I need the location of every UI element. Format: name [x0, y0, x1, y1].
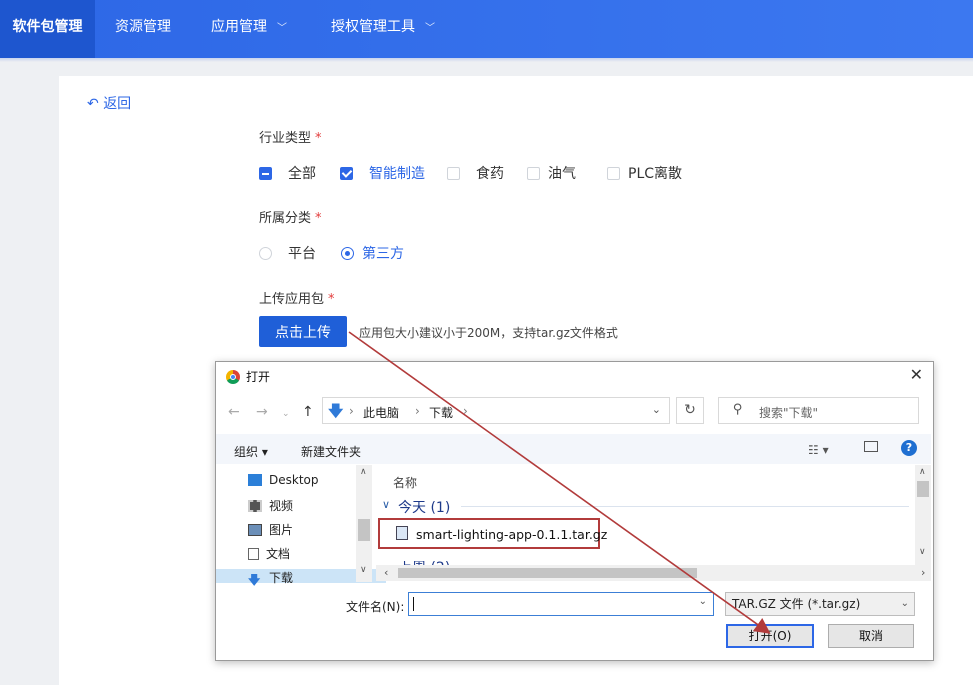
- document-icon: [248, 548, 259, 560]
- chrome-icon: [226, 370, 240, 384]
- organize-button[interactable]: 组织 ▾: [234, 443, 268, 460]
- industry-option-smart-manufacturing[interactable]: 智能制造: [340, 163, 425, 183]
- industry-option-oil-gas[interactable]: 油气: [527, 163, 576, 183]
- selected-file-row[interactable]: smart-lighting-app-0.1.1.tar.gz: [378, 518, 607, 549]
- file-open-dialog: 打开 ✕ ← → ⌄ ↑ 🡇 › 此电脑 › 下载 › ⌄ ↻ ⚲ 搜索"下载"…: [215, 361, 934, 661]
- view-options-icon[interactable]: ☷ ▾: [808, 443, 829, 457]
- chevron-down-icon[interactable]: ⌄: [652, 403, 661, 416]
- separator-icon: ›: [415, 404, 420, 418]
- search-input[interactable]: ⚲ 搜索"下载": [718, 397, 919, 424]
- separator-icon: ›: [463, 404, 468, 418]
- chevron-down-icon[interactable]: ⌄: [699, 596, 707, 607]
- checkbox-checked[interactable]: [340, 167, 353, 180]
- industry-option-plc[interactable]: PLC离散: [607, 163, 682, 183]
- preview-pane-icon[interactable]: [864, 441, 878, 452]
- nav-pane: Desktop 视频 图片 文档 🡇 下载 ∧ ∨: [216, 465, 386, 587]
- nav-pane-documents[interactable]: 文档: [248, 545, 290, 562]
- address-bar[interactable]: 🡇 › 此电脑 › 下载 › ⌄: [322, 397, 670, 424]
- archive-file-icon: [396, 526, 408, 540]
- download-icon: 🡇: [248, 573, 261, 587]
- top-nav: 软件包管理 资源管理 应用管理 ﹀ 授权管理工具 ﹀: [0, 0, 973, 62]
- filename-label: 文件名(N):: [346, 600, 405, 614]
- chevron-down-icon[interactable]: ∨: [382, 498, 390, 511]
- file-list: 名称 ∨ 今天 (1) smart-lighting-app-0.1.1.tar…: [376, 465, 931, 582]
- file-name: smart-lighting-app-0.1.1.tar.gz: [416, 527, 608, 542]
- download-arrow-icon: 🡇: [328, 402, 344, 420]
- back-icon[interactable]: ←: [228, 404, 240, 420]
- upload-hint: 应用包大小建议小于200M，支持tar.gz文件格式: [359, 326, 618, 340]
- nav-item-resources[interactable]: 资源管理: [115, 0, 171, 58]
- chevron-down-icon: ﹀: [277, 23, 287, 34]
- back-link[interactable]: ↶ 返回: [87, 93, 131, 113]
- nav-item-apps[interactable]: 应用管理 ﹀: [211, 0, 287, 58]
- industry-option-all[interactable]: 全部: [259, 163, 316, 183]
- checkbox[interactable]: [527, 167, 540, 180]
- recent-dropdown-icon[interactable]: ⌄: [282, 409, 290, 419]
- category-option-platform[interactable]: 平台: [259, 243, 316, 263]
- close-icon[interactable]: ✕: [910, 365, 923, 384]
- nav-pane-desktop[interactable]: Desktop: [248, 473, 319, 487]
- group-today[interactable]: 今天 (1): [398, 497, 450, 517]
- nav-pane-scrollbar[interactable]: ∧ ∨: [356, 465, 372, 582]
- path-segment[interactable]: 下载: [429, 404, 453, 421]
- chevron-down-icon: ﹀: [425, 23, 435, 34]
- refresh-button[interactable]: ↻: [676, 397, 704, 424]
- chevron-down-icon: ⌄: [900, 598, 909, 609]
- dialog-toolbar: 组织 ▾ 新建文件夹 ☷ ▾ ?: [216, 434, 931, 464]
- forward-icon[interactable]: →: [256, 404, 268, 420]
- separator-icon: ›: [349, 404, 354, 418]
- radio[interactable]: [259, 247, 272, 260]
- category-option-third-party[interactable]: 第三方: [341, 243, 404, 263]
- nav-item-packages[interactable]: 软件包管理: [0, 0, 95, 58]
- checkbox-indeterminate[interactable]: [259, 167, 272, 180]
- up-icon[interactable]: ↑: [302, 404, 314, 420]
- nav-pane-pictures[interactable]: 图片: [248, 521, 293, 538]
- desktop-icon: [248, 474, 262, 486]
- file-list-vscroll[interactable]: ∧ ∨: [915, 465, 931, 565]
- industry-option-food-pharma[interactable]: 食药: [447, 163, 504, 183]
- picture-icon: [248, 524, 262, 536]
- video-icon: [248, 500, 262, 512]
- nav-item-license-tools[interactable]: 授权管理工具 ﹀: [331, 0, 435, 58]
- upload-button[interactable]: 点击上传: [259, 316, 347, 347]
- radio-selected[interactable]: [341, 247, 354, 260]
- back-arrow-icon: ↶: [87, 96, 99, 112]
- filename-input[interactable]: ⌄: [408, 592, 714, 616]
- category-label: 所属分类 *: [259, 211, 322, 226]
- file-list-hscroll[interactable]: ‹ ›: [376, 565, 931, 581]
- new-folder-button[interactable]: 新建文件夹: [301, 443, 361, 460]
- checkbox[interactable]: [447, 167, 460, 180]
- dialog-title: 打开: [226, 368, 270, 385]
- nav-pane-videos[interactable]: 视频: [248, 497, 293, 514]
- upload-label: 上传应用包 *: [259, 292, 335, 307]
- cancel-button[interactable]: 取消: [828, 624, 914, 648]
- path-segment[interactable]: 此电脑: [363, 404, 399, 421]
- filetype-select[interactable]: TAR.GZ 文件 (*.tar.gz) ⌄: [725, 592, 915, 616]
- column-header-name[interactable]: 名称: [393, 474, 417, 491]
- help-icon[interactable]: ?: [901, 440, 917, 456]
- search-icon: ⚲: [733, 402, 743, 417]
- checkbox[interactable]: [607, 167, 620, 180]
- open-button[interactable]: 打开(O): [726, 624, 814, 648]
- industry-label: 行业类型 *: [259, 131, 322, 146]
